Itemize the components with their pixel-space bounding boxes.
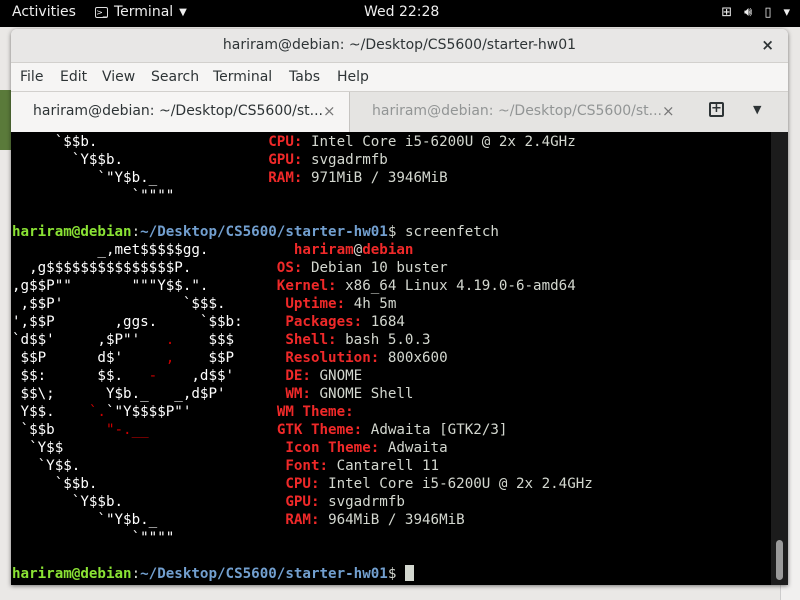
new-tab-icon[interactable]: +: [709, 102, 724, 117]
chevron-down-icon: ▼: [179, 6, 187, 18]
tab-bar: hariram@debian: ~/Desktop/CS5600/st... ×…: [11, 91, 788, 133]
terminal-line: `$$b. CPU: Intel Core i5-6200U @ 2x 2.4G…: [12, 134, 576, 150]
terminal-line: `d$$' ,$P"' . $$$ Shell: bash 5.0.3: [12, 332, 431, 348]
menu-tabs[interactable]: Tabs: [289, 69, 320, 85]
close-icon[interactable]: ×: [761, 36, 774, 54]
tab-label: hariram@debian: ~/Desktop/CS5600/st...: [33, 103, 324, 119]
title-bar[interactable]: hariram@debian: ~/Desktop/CS5600/starter…: [11, 29, 788, 63]
terminal-line: `"""": [12, 530, 175, 546]
text-cursor: [404, 565, 414, 581]
terminal-line: `Y$$ Icon Theme: Adwaita: [12, 440, 448, 456]
terminal-prompt-line: hariram@debian:~/Desktop/CS5600/starter-…: [12, 565, 414, 583]
menu-bar: File Edit View Search Terminal Tabs Help: [11, 63, 788, 91]
chevron-down-icon: ▾: [783, 5, 790, 20]
menu-search[interactable]: Search: [151, 69, 199, 85]
network-icon: ⊞: [721, 5, 733, 20]
system-tray[interactable]: ⊞ 🔊︎ ▯ ▾: [721, 5, 790, 20]
terminal-line: ,g$$P"" """Y$$.". Kernel: x86_64 Linux 4…: [12, 278, 576, 294]
menu-file[interactable]: File: [20, 69, 43, 85]
terminal-prompt-line: hariram@debian:~/Desktop/CS5600/starter-…: [12, 224, 499, 240]
terminal-line: `$$b "-.__ GTK Theme: Adwaita [GTK2/3]: [12, 422, 508, 438]
terminal-line: `"Y$b._ RAM: 964MiB / 3946MiB: [12, 512, 465, 528]
terminal-output[interactable]: `$$b. CPU: Intel Core i5-6200U @ 2x 2.4G…: [11, 132, 788, 585]
menu-edit[interactable]: Edit: [60, 69, 87, 85]
terminal-line: ',$$P ,ggs. `$$b: Packages: 1684: [12, 314, 405, 330]
clock[interactable]: Wed 22:28: [364, 4, 439, 20]
menu-help[interactable]: Help: [337, 69, 369, 85]
app-menu[interactable]: >_ Terminal ▼: [95, 4, 187, 20]
tab-active[interactable]: hariram@debian: ~/Desktop/CS5600/st... ×: [11, 92, 350, 132]
tab-label: hariram@debian: ~/Desktop/CS5600/st...: [372, 103, 663, 119]
close-icon[interactable]: ×: [323, 102, 336, 120]
top-bar: Activities >_ Terminal ▼ Wed 22:28 ⊞ 🔊︎ …: [0, 0, 800, 27]
window-title: hariram@debian: ~/Desktop/CS5600/starter…: [222, 37, 577, 53]
terminal-line: $$P d$' , $$P Resolution: 800x600: [12, 350, 448, 366]
menu-terminal[interactable]: Terminal: [213, 69, 272, 85]
terminal-line: $$\; Y$b._ _,d$P' WM: GNOME Shell: [12, 386, 414, 402]
terminal-line: `$$b. CPU: Intel Core i5-6200U @ 2x 2.4G…: [12, 476, 593, 492]
terminal-line: `Y$$. Font: Cantarell 11: [12, 458, 440, 474]
terminal-window: hariram@debian: ~/Desktop/CS5600/starter…: [11, 29, 788, 585]
terminal-line: `"Y$b._ RAM: 971MiB / 3946MiB: [12, 170, 448, 186]
app-menu-label: Terminal: [114, 4, 174, 20]
terminal-line: ,$$P' `$$$. Uptime: 4h 5m: [12, 296, 397, 312]
terminal-line: $$: $$. - ,d$$' DE: GNOME: [12, 368, 363, 384]
chevron-down-icon[interactable]: ▼: [753, 103, 761, 116]
terminal-line: `Y$$b. GPU: svgadrmfb: [12, 494, 405, 510]
terminal-line: `"""": [12, 188, 175, 204]
scrollbar[interactable]: [771, 132, 788, 585]
volume-icon: 🔊︎: [744, 5, 753, 20]
terminal-line: `Y$$b. GPU: svgadrmfb: [12, 152, 388, 168]
menu-view[interactable]: View: [102, 69, 135, 85]
terminal-line: ,g$$$$$$$$$$$$$$$P. OS: Debian 10 buster: [12, 260, 448, 276]
scrollbar-thumb[interactable]: [776, 540, 783, 580]
battery-icon: ▯: [764, 5, 772, 20]
terminal-line: _,met$$$$$gg. hariram@debian: [12, 242, 414, 258]
close-icon[interactable]: ×: [662, 102, 675, 120]
terminal-line: Y$$. `.`"Y$$$$P"' WM Theme:: [12, 404, 363, 420]
tab-inactive[interactable]: hariram@debian: ~/Desktop/CS5600/st... ×: [350, 92, 688, 132]
terminal-icon: >_: [95, 6, 108, 18]
activities-button[interactable]: Activities: [12, 4, 76, 20]
